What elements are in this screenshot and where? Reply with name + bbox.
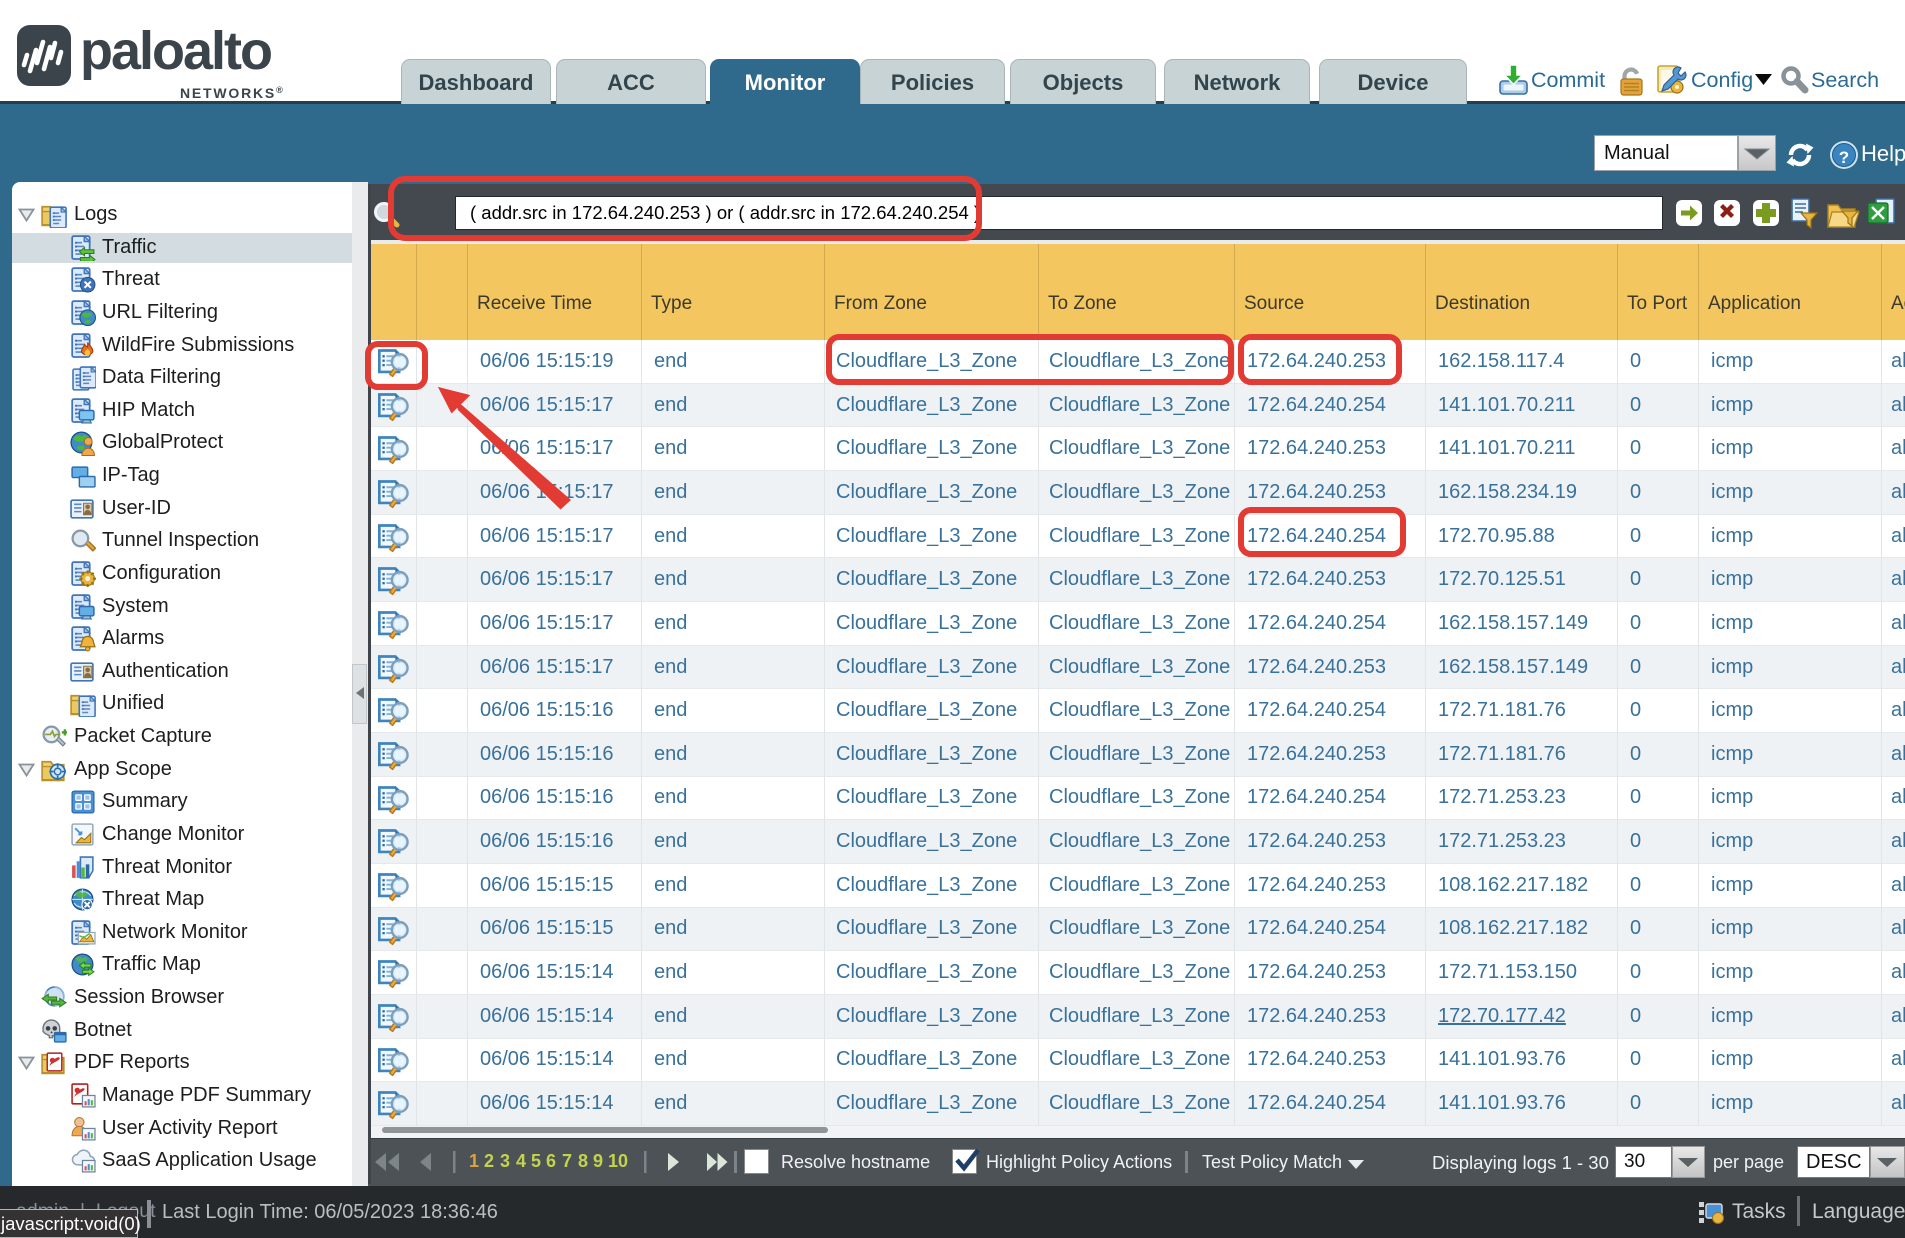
svg-text:NETWORKS®: NETWORKS® xyxy=(180,85,285,100)
svg-text:?: ? xyxy=(1839,148,1849,167)
svg-text:Config: Config xyxy=(1691,68,1753,92)
svg-text:paloalto: paloalto xyxy=(80,25,271,81)
svg-text:Commit: Commit xyxy=(1531,68,1605,92)
svg-text:Search: Search xyxy=(1811,68,1879,92)
